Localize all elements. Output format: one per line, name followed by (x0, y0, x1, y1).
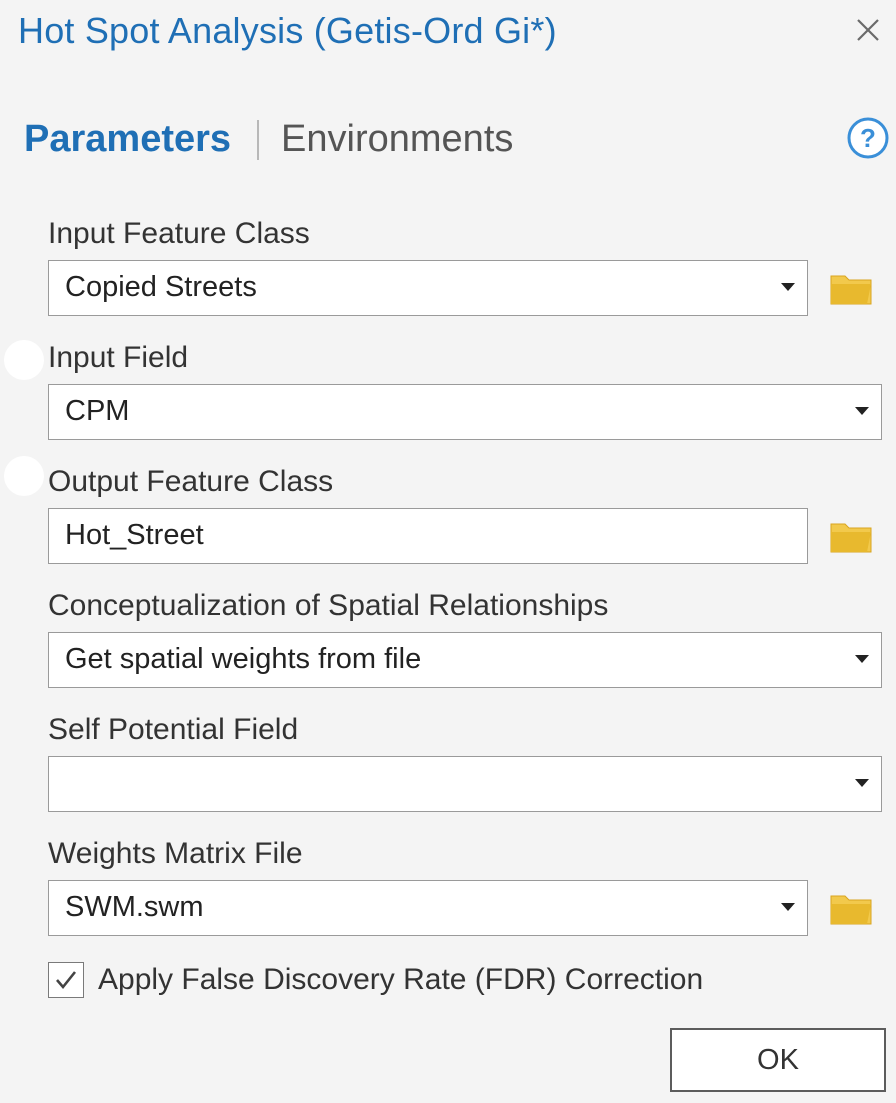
input-feature-class-label: Input Feature Class (48, 217, 310, 250)
weights-matrix-file-dropdown[interactable]: SWM.swm (48, 880, 808, 936)
browse-input-feature-class-button[interactable] (828, 268, 876, 308)
conceptualization-dropdown[interactable]: Get spatial weights from file (48, 632, 882, 688)
input-field-label: Input Field (48, 341, 189, 374)
param-conceptualization: Conceptualization of Spatial Relationshi… (48, 586, 882, 688)
output-feature-class-value: Hot_Street (65, 519, 204, 551)
tab-divider (257, 119, 260, 160)
param-output-feature-class: Output Feature Class Hot_Street (48, 462, 808, 564)
output-feature-class-input[interactable]: Hot_Street (48, 508, 808, 564)
folder-icon (830, 523, 872, 553)
chevron-down-icon[interactable] (855, 407, 869, 415)
browse-weights-matrix-file-button[interactable] (828, 888, 876, 928)
input-field-value: CPM (65, 395, 130, 427)
help-icon: ? (847, 117, 889, 159)
weights-matrix-file-value: SWM.swm (65, 891, 204, 923)
tool-pane: Hot Spot Analysis (Getis-Ord Gi*) Parame… (0, 0, 896, 1103)
conceptualization-label: Conceptualization of Spatial Relationshi… (48, 589, 609, 622)
param-input-feature-class: Input Feature Class Copied Streets (48, 214, 808, 316)
help-button[interactable]: ? (846, 116, 890, 160)
self-potential-field-dropdown[interactable] (48, 756, 882, 812)
close-icon (857, 19, 879, 41)
folder-icon (830, 895, 872, 925)
conceptualization-value: Get spatial weights from file (65, 643, 422, 675)
input-field-dropdown[interactable]: CPM (48, 384, 882, 440)
tab-parameters[interactable]: Parameters (24, 118, 231, 161)
browse-output-feature-class-button[interactable] (828, 516, 876, 556)
input-feature-class-value: Copied Streets (65, 271, 257, 303)
svg-text:?: ? (860, 123, 876, 153)
ok-button[interactable]: OK (670, 1028, 886, 1092)
input-feature-class-dropdown[interactable]: Copied Streets (48, 260, 808, 316)
tab-environments[interactable]: Environments (281, 118, 513, 161)
tool-title: Hot Spot Analysis (Getis-Ord Gi*) (18, 10, 557, 51)
chevron-down-icon[interactable] (855, 655, 869, 663)
close-button[interactable] (848, 8, 888, 52)
fdr-checkbox[interactable] (48, 962, 84, 998)
param-input-field: Input Field CPM (48, 338, 882, 440)
fdr-option: Apply False Discovery Rate (FDR) Correct… (48, 962, 703, 998)
chevron-down-icon[interactable] (781, 903, 795, 911)
folder-icon (830, 275, 872, 305)
chevron-down-icon[interactable] (781, 283, 795, 291)
param-weights-matrix-file: Weights Matrix File SWM.swm (48, 834, 808, 936)
gutter-marker (4, 456, 44, 496)
self-potential-field-label: Self Potential Field (48, 713, 299, 746)
gutter-marker (4, 340, 44, 380)
chevron-down-icon[interactable] (855, 779, 869, 787)
fdr-label: Apply False Discovery Rate (FDR) Correct… (98, 963, 704, 996)
output-feature-class-label: Output Feature Class (48, 465, 334, 498)
tab-bar: Parameters Environments (24, 118, 513, 161)
weights-matrix-file-label: Weights Matrix File (48, 837, 303, 870)
param-self-potential-field: Self Potential Field (48, 710, 882, 812)
checkmark-icon (56, 971, 77, 990)
